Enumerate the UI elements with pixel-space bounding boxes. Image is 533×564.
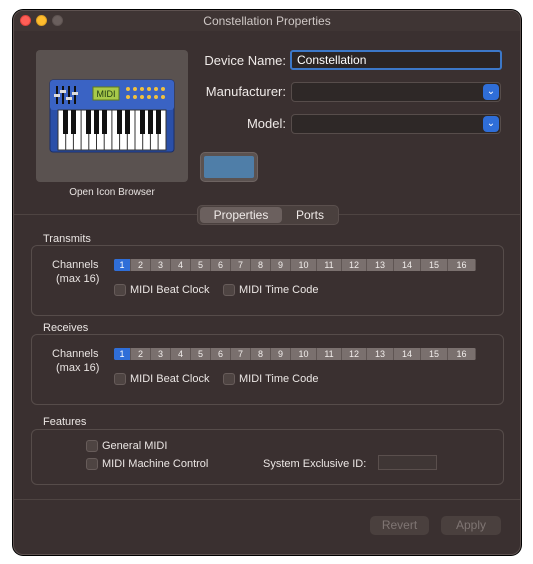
features-title: Features [43,416,87,428]
transmits-channel-7[interactable]: 7 [231,259,251,271]
receives-channel-4[interactable]: 4 [171,348,191,360]
machine-control-checkbox[interactable] [86,458,98,470]
transmits-channel-9[interactable]: 9 [271,259,291,271]
receives-channel-13[interactable]: 13 [367,348,394,360]
tab-bar: Properties Ports [197,205,339,225]
transmits-channel-1[interactable]: 1 [114,259,131,271]
receives-channel-strip: 1 2 3 4 5 6 7 8 9 10 11 12 13 14 15 16 [114,348,476,360]
transmits-beat-clock-label: MIDI Beat Clock [130,284,210,296]
properties-window: Constellation Properties MIDI Open Icon … [13,10,521,555]
transmits-channel-8[interactable]: 8 [251,259,271,271]
transmits-channel-12[interactable]: 12 [342,259,367,271]
receives-channel-3[interactable]: 3 [151,348,171,360]
receives-channels-label: Channels [52,348,99,360]
receives-title: Receives [43,322,89,334]
receives-channel-9[interactable]: 9 [271,348,291,360]
receives-box: Channels (max 16) 1 2 3 4 5 6 7 8 9 10 11 12 13 14 15 1… [31,334,504,405]
transmits-channel-16[interactable]: 16 [448,259,476,271]
svg-text:MIDI: MIDI [97,89,116,99]
general-midi-checkbox[interactable] [86,440,98,452]
receives-channels-sub: (max 16) [56,362,100,374]
revert-button[interactable]: Revert [370,516,429,535]
sysex-label: System Exclusive ID: [263,458,367,470]
receives-beat-clock-checkbox[interactable] [114,373,126,385]
receives-channel-11[interactable]: 11 [317,348,342,360]
color-well[interactable] [200,152,258,182]
transmits-box: Channels (max 16) 1 2 3 4 5 6 7 8 9 10 11 12 13 14 15 1… [31,245,504,316]
color-swatch [204,156,254,178]
transmits-channel-11[interactable]: 11 [317,259,342,271]
model-popup[interactable]: ⌄ [291,114,501,134]
device-name-field[interactable]: Constellation [290,50,502,70]
transmits-channel-3[interactable]: 3 [151,259,171,271]
receives-channel-2[interactable]: 2 [131,348,151,360]
receives-channel-7[interactable]: 7 [231,348,251,360]
transmits-channels-sub: (max 16) [56,273,100,285]
receives-channel-8[interactable]: 8 [251,348,271,360]
transmits-channels-label: Channels [52,259,99,271]
open-icon-browser-label[interactable]: Open Icon Browser [36,187,188,198]
receives-channel-6[interactable]: 6 [211,348,231,360]
receives-time-code-label: MIDI Time Code [239,373,319,385]
apply-button[interactable]: Apply [441,516,501,535]
device-name-label: Device Name: [204,53,286,68]
keyboard-synth-icon: MIDI [49,79,175,153]
receives-channel-16[interactable]: 16 [448,348,476,360]
transmits-channel-strip: 1 2 3 4 5 6 7 8 9 10 11 12 13 14 15 16 [114,259,476,271]
device-icon-well[interactable]: MIDI [36,50,188,182]
chevron-down-icon: ⌄ [483,84,499,100]
receives-channel-14[interactable]: 14 [394,348,421,360]
transmits-title: Transmits [43,233,91,245]
transmits-channel-4[interactable]: 4 [171,259,191,271]
tab-ports[interactable]: Ports [284,207,336,223]
receives-beat-clock-label: MIDI Beat Clock [130,373,210,385]
manufacturer-label: Manufacturer: [205,84,286,99]
sysex-id-field[interactable] [378,455,437,470]
manufacturer-popup[interactable]: ⌄ [291,82,501,102]
transmits-beat-clock-checkbox[interactable] [114,284,126,296]
transmits-channel-10[interactable]: 10 [291,259,317,271]
transmits-channel-2[interactable]: 2 [131,259,151,271]
title-bar: Constellation Properties [14,11,520,31]
machine-control-label: MIDI Machine Control [102,458,209,470]
receives-channel-10[interactable]: 10 [291,348,317,360]
divider [14,499,520,500]
receives-channel-1[interactable]: 1 [114,348,131,360]
transmits-channel-15[interactable]: 15 [421,259,448,271]
transmits-channel-14[interactable]: 14 [394,259,421,271]
chevron-down-icon: ⌄ [483,116,499,132]
receives-channel-15[interactable]: 15 [421,348,448,360]
window-title: Constellation Properties [203,14,331,28]
model-label: Model: [246,116,286,131]
general-midi-label: General MIDI [102,440,168,452]
transmits-channel-13[interactable]: 13 [367,259,394,271]
receives-time-code-checkbox[interactable] [223,373,235,385]
receives-channel-5[interactable]: 5 [191,348,211,360]
transmits-channel-5[interactable]: 5 [191,259,211,271]
transmits-channel-6[interactable]: 6 [211,259,231,271]
receives-channel-12[interactable]: 12 [342,348,367,360]
transmits-time-code-label: MIDI Time Code [239,284,319,296]
transmits-time-code-checkbox[interactable] [223,284,235,296]
tab-properties[interactable]: Properties [200,207,282,223]
